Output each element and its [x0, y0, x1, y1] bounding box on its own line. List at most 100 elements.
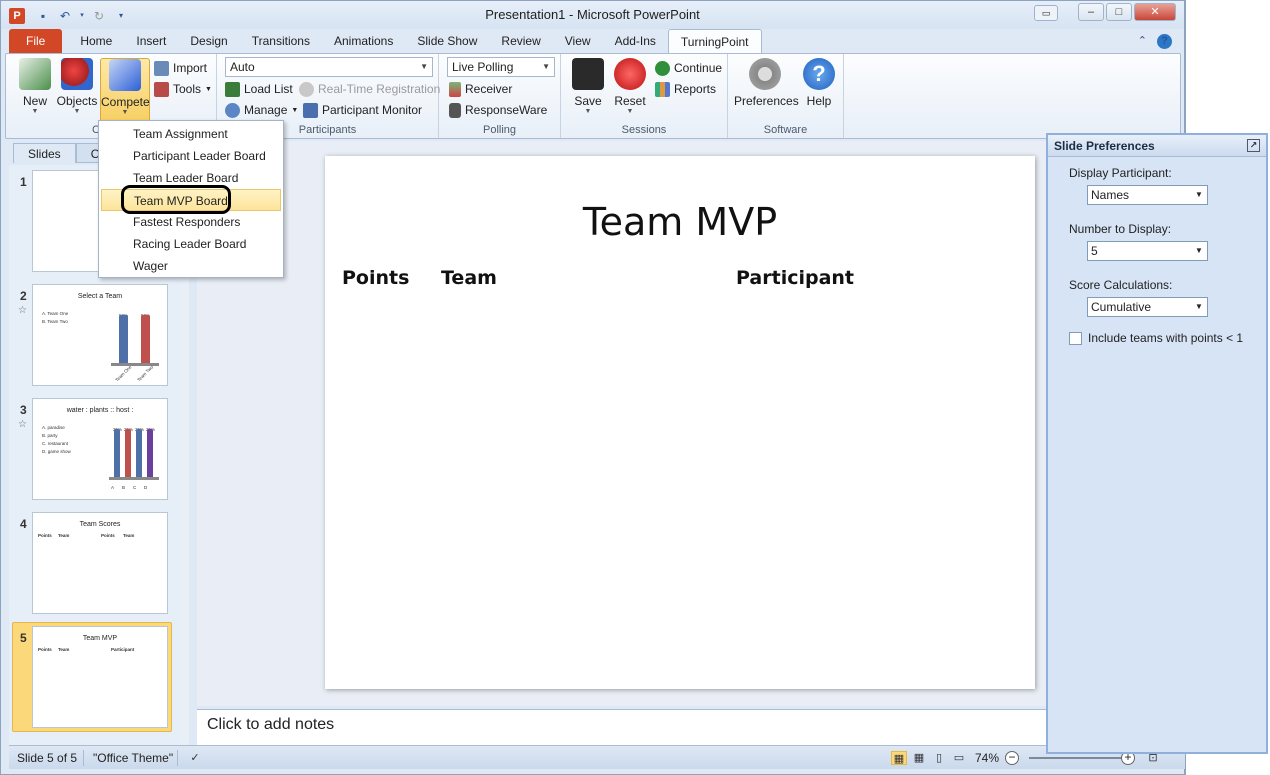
- notes-pane[interactable]: Click to add notes: [197, 709, 1047, 745]
- participant-column-header[interactable]: Participant: [736, 267, 854, 289]
- zoom-out-icon[interactable]: −: [1005, 751, 1019, 765]
- objects-button[interactable]: Objects ▼: [54, 58, 100, 116]
- slide-thumbnail-4[interactable]: Team Scores Points Team Points Team: [32, 512, 168, 614]
- participant-monitor-button[interactable]: Participant Monitor: [303, 100, 422, 120]
- continue-button[interactable]: Continue: [655, 58, 722, 78]
- thumb-option: C. restaurant: [42, 441, 69, 446]
- save-session-button[interactable]: Save ▼: [565, 58, 611, 116]
- thumb-option: D. game show: [42, 449, 71, 454]
- help-circle-icon[interactable]: ?: [1157, 34, 1172, 49]
- thumb-axis-label: B: [122, 485, 126, 490]
- tab-animations[interactable]: Animations: [322, 29, 405, 53]
- responseware-button[interactable]: ResponseWare: [449, 100, 547, 120]
- menu-item-racing-leader-board[interactable]: Racing Leader Board: [101, 233, 281, 255]
- slide-title[interactable]: Team MVP: [325, 200, 1035, 244]
- thumb-option: A. paradise: [42, 425, 65, 430]
- current-slide[interactable]: Team MVP Points Team Participant: [325, 156, 1035, 689]
- minimize-ribbon-icon[interactable]: ⌃: [1138, 34, 1147, 49]
- thumb-axis-label: D: [144, 485, 148, 490]
- reading-view-icon[interactable]: ▯: [931, 751, 947, 765]
- tab-add-ins[interactable]: Add-Ins: [603, 29, 668, 53]
- tools-button[interactable]: Tools ▼: [154, 79, 212, 99]
- load-list-button[interactable]: Load List: [225, 79, 293, 99]
- display-participant-select[interactable]: Names ▼: [1087, 185, 1208, 205]
- slide-thumbnail-5[interactable]: Team MVP Points Team Participant: [32, 626, 168, 728]
- tab-file[interactable]: File: [9, 29, 63, 53]
- slide-thumbnail-3[interactable]: water : plants :: host : A. paradise B. …: [32, 398, 168, 500]
- reset-button[interactable]: Reset ▼: [607, 58, 653, 116]
- thumb-header: Team: [58, 647, 70, 652]
- menu-item-wager[interactable]: Wager: [101, 255, 281, 277]
- thumb-bar: [114, 429, 120, 477]
- receiver-button[interactable]: Receiver: [449, 79, 512, 99]
- slide-thumbnail-2[interactable]: Select a Team A. Team One B. Team Two 50…: [32, 284, 168, 386]
- menu-item-fastest-responders[interactable]: Fastest Responders: [101, 211, 281, 233]
- tab-design[interactable]: Design: [178, 29, 239, 53]
- thumb-header: Points: [38, 647, 52, 652]
- thumb-title: Team MVP: [82, 635, 118, 642]
- close-button[interactable]: ✕: [1134, 3, 1176, 21]
- thumb-option: A. Team One: [42, 311, 69, 316]
- minimize-button[interactable]: –: [1078, 3, 1104, 21]
- menu-item-team-assignment[interactable]: Team Assignment: [101, 123, 281, 145]
- continue-icon: [655, 60, 670, 76]
- tab-slides[interactable]: Slides: [13, 143, 76, 163]
- reports-button[interactable]: Reports: [655, 79, 716, 99]
- maximize-button[interactable]: □: [1106, 3, 1132, 21]
- thumb-title: Team Scores: [79, 521, 121, 528]
- slide-sorter-icon[interactable]: ▦: [911, 751, 927, 765]
- slide-show-icon[interactable]: ▭: [951, 751, 967, 765]
- number-to-display-label: Number to Display:: [1069, 222, 1172, 236]
- load-list-icon: [225, 81, 240, 97]
- runner-icon: [109, 59, 141, 91]
- tab-view[interactable]: View: [553, 29, 603, 53]
- points-column-header[interactable]: Points: [342, 267, 409, 289]
- tab-turningpoint[interactable]: TurningPoint: [667, 29, 762, 53]
- score-calculations-select[interactable]: Cumulative ▼: [1087, 297, 1208, 317]
- tab-transitions[interactable]: Transitions: [240, 29, 322, 53]
- thumb-title: Select a Team: [77, 293, 123, 300]
- help-icon: ?: [803, 58, 835, 90]
- theme-name[interactable]: "Office Theme": [93, 746, 173, 770]
- gear-icon: [749, 58, 781, 90]
- annotation-highlight-circle: [121, 185, 231, 214]
- status-divider: [83, 750, 84, 766]
- display-participant-label: Display Participant:: [1069, 166, 1172, 180]
- animation-star-icon: ☆: [18, 305, 27, 316]
- reports-icon: [655, 81, 670, 97]
- window-layout-icon[interactable]: ▭: [1034, 5, 1058, 21]
- tab-home[interactable]: Home: [68, 29, 124, 53]
- reset-icon: [614, 58, 646, 90]
- tab-insert[interactable]: Insert: [124, 29, 178, 53]
- thumb-header: Points: [38, 533, 52, 538]
- tab-review[interactable]: Review: [489, 29, 552, 53]
- popout-icon[interactable]: ↗: [1247, 139, 1260, 152]
- team-column-header[interactable]: Team: [441, 267, 497, 289]
- zoom-slider[interactable]: [1029, 757, 1129, 759]
- thumb-bar: [141, 315, 150, 363]
- new-button[interactable]: New ▼: [12, 58, 58, 116]
- tab-slide-show[interactable]: Slide Show: [405, 29, 489, 53]
- thumb-axis-label: A: [111, 485, 115, 490]
- manage-button[interactable]: Manage ▼: [225, 100, 298, 120]
- preferences-button[interactable]: Preferences: [734, 58, 799, 108]
- animation-star-icon: ☆: [18, 419, 27, 430]
- ribbon-tabs: File Home Insert Design Transitions Anim…: [9, 29, 762, 53]
- spell-check-icon[interactable]: ✓: [187, 751, 203, 765]
- polling-mode-combo[interactable]: Live Polling ▼: [447, 57, 555, 77]
- floppy-disk-icon: [572, 58, 604, 90]
- help-button[interactable]: ? Help: [796, 58, 842, 108]
- participant-list-combo[interactable]: Auto ▼: [225, 57, 433, 77]
- realtime-registration-button[interactable]: Real-Time Registration: [299, 79, 440, 99]
- import-button[interactable]: Import: [154, 58, 207, 78]
- menu-item-participant-leader-board[interactable]: Participant Leader Board: [101, 145, 281, 167]
- zoom-level[interactable]: 74%: [975, 746, 999, 770]
- compete-button[interactable]: Compete ▼: [100, 58, 150, 122]
- include-teams-label: Include teams with points < 1: [1088, 331, 1244, 345]
- normal-view-icon[interactable]: ▦: [891, 751, 907, 765]
- number-to-display-select[interactable]: 5 ▼: [1087, 241, 1208, 261]
- slide-preferences-title: Slide Preferences: [1054, 139, 1155, 153]
- slide-number: 5: [20, 631, 27, 645]
- include-teams-checkbox[interactable]: [1069, 332, 1082, 345]
- tools-icon: [154, 81, 169, 97]
